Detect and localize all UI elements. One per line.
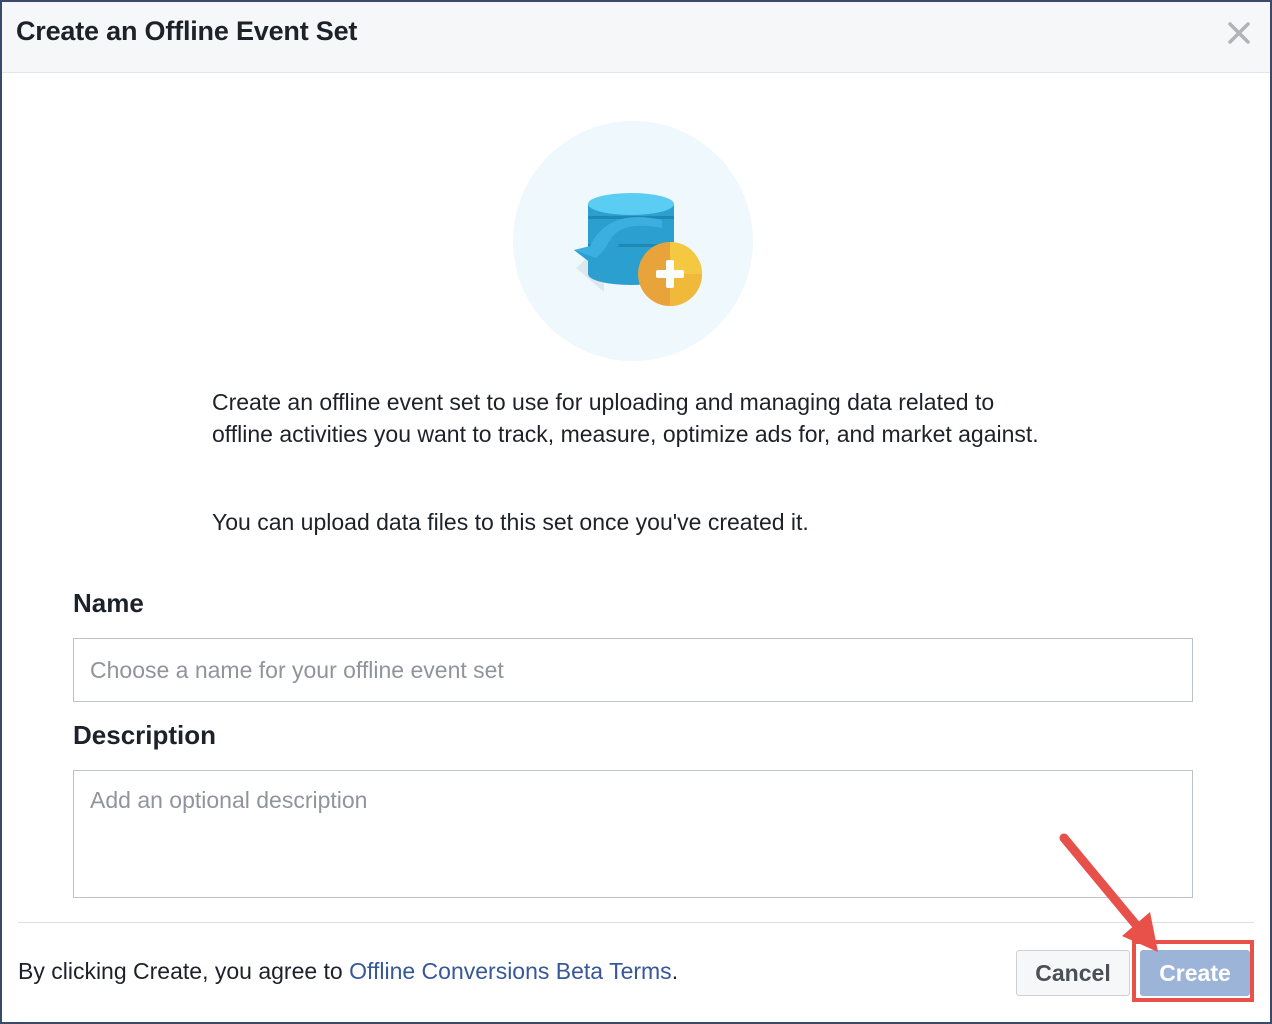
intro-paragraph: Create an offline event set to use for u…	[212, 389, 1039, 447]
dialog-header: Create an Offline Event Set	[2, 2, 1270, 73]
create-offline-event-set-dialog: Create an Offline Event Set Create an of…	[0, 0, 1272, 1024]
name-label: Name	[73, 588, 144, 618]
name-input[interactable]	[73, 638, 1193, 702]
terms-text: By clicking Create, you agree to Offline…	[18, 958, 678, 985]
close-icon[interactable]	[1226, 20, 1252, 46]
database-add-icon	[512, 120, 754, 362]
intro-note: You can upload data files to this set on…	[212, 509, 809, 535]
footer-divider	[18, 922, 1254, 923]
cancel-button[interactable]: Cancel	[1016, 950, 1130, 996]
description-label: Description	[73, 720, 217, 750]
description-input[interactable]	[73, 770, 1193, 898]
terms-prefix: By clicking Create, you agree to	[18, 958, 350, 984]
terms-suffix: .	[671, 958, 679, 984]
terms-link[interactable]: Offline Conversions Beta Terms	[349, 958, 672, 984]
create-button[interactable]: Create	[1140, 950, 1250, 996]
dialog-title: Create an Offline Event Set	[16, 16, 358, 46]
